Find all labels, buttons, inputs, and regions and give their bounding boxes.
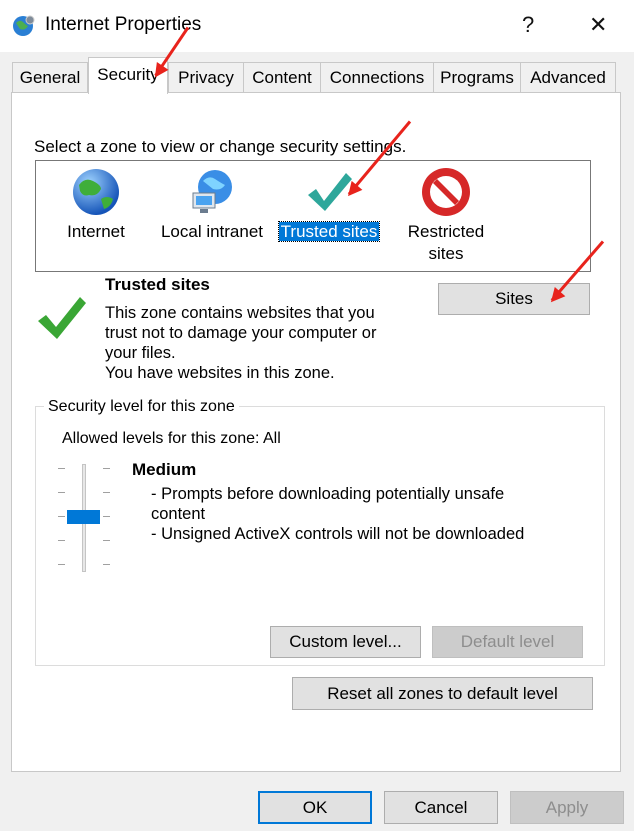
internet-options-icon xyxy=(12,14,36,38)
custom-level-button[interactable]: Custom level... xyxy=(270,626,421,658)
zone-title: Trusted sites xyxy=(105,275,210,294)
zone-prompt: Select a zone to view or change security… xyxy=(34,137,407,156)
ok-button[interactable]: OK xyxy=(258,791,372,824)
zone-label-local-intranet: Local intranet xyxy=(160,222,264,241)
default-level-button[interactable]: Default level xyxy=(432,626,583,658)
tab-general[interactable]: General xyxy=(12,62,88,93)
tab-content[interactable]: Content xyxy=(243,62,321,93)
tab-connections[interactable]: Connections xyxy=(320,62,434,93)
zone-label-restricted-sites: Restricted sites xyxy=(407,222,485,263)
no-entry-icon xyxy=(422,168,470,216)
apply-button[interactable]: Apply xyxy=(510,791,624,824)
zone-description: This zone contains websites that you tru… xyxy=(105,304,377,382)
tab-privacy[interactable]: Privacy xyxy=(168,62,244,93)
window-title: Internet Properties xyxy=(45,14,202,35)
allowed-levels-label: Allowed levels for this zone: All xyxy=(62,430,281,447)
close-button[interactable]: ✕ xyxy=(589,12,607,38)
security-level-slider[interactable] xyxy=(58,462,110,574)
globe-icon xyxy=(73,169,119,215)
tab-advanced[interactable]: Advanced xyxy=(520,62,616,93)
network-globe-icon xyxy=(192,170,232,213)
reset-all-zones-button[interactable]: Reset all zones to default level xyxy=(292,677,593,710)
sites-button[interactable]: Sites xyxy=(438,283,590,315)
help-button[interactable]: ? xyxy=(522,12,534,38)
zone-list[interactable]: Internet Local intranet Trusted sites Re… xyxy=(35,160,591,272)
zone-restricted-sites[interactable]: Restricted sites xyxy=(391,161,501,263)
tab-programs[interactable]: Programs xyxy=(433,62,521,93)
security-level-group-label: Security level for this zone xyxy=(44,398,239,416)
zone-label-trusted-sites: Trusted sites xyxy=(277,221,381,242)
large-checkmark-icon xyxy=(36,295,88,346)
cancel-button[interactable]: Cancel xyxy=(384,791,498,824)
zone-label-internet: Internet xyxy=(67,222,125,241)
slider-thumb[interactable] xyxy=(67,510,100,524)
zone-local-intranet[interactable]: Local intranet xyxy=(154,161,270,241)
security-level-description: - Prompts before downloading potentially… xyxy=(151,485,525,543)
zone-internet[interactable]: Internet xyxy=(46,161,146,241)
security-level-name: Medium xyxy=(132,460,197,479)
